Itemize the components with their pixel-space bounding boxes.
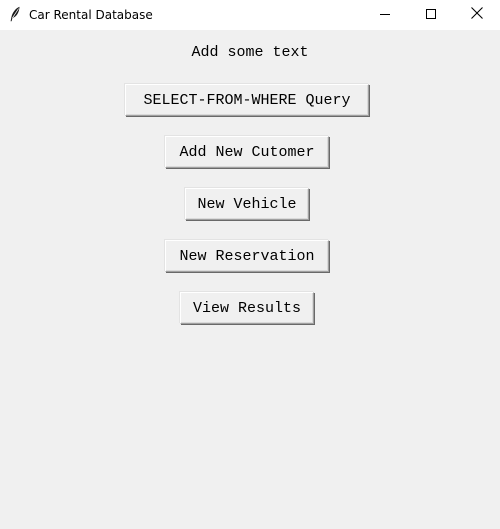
new-reservation-button[interactable]: New Reservation: [165, 240, 329, 272]
new-vehicle-button[interactable]: New Vehicle: [185, 188, 309, 220]
heading-label: Add some text: [191, 44, 309, 61]
minimize-icon: [380, 6, 390, 24]
add-new-customer-button[interactable]: Add New Cutomer: [165, 136, 329, 168]
main-panel: Add some text SELECT-FROM-WHERE Query Ad…: [0, 30, 500, 529]
close-icon: [471, 6, 483, 24]
maximize-icon: [426, 6, 436, 24]
close-button[interactable]: [454, 0, 500, 30]
window-title: Car Rental Database: [29, 8, 153, 22]
title-bar[interactable]: Car Rental Database: [0, 0, 500, 30]
minimize-button[interactable]: [362, 0, 408, 30]
app-window: Car Rental Database Add some text SELECT…: [0, 0, 500, 529]
maximize-button[interactable]: [408, 0, 454, 30]
select-from-where-query-button[interactable]: SELECT-FROM-WHERE Query: [125, 84, 369, 116]
feather-icon: [9, 6, 21, 22]
view-results-button[interactable]: View Results: [180, 292, 314, 324]
